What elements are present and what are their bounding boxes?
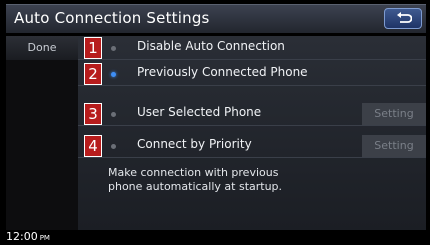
back-button[interactable] xyxy=(384,8,422,29)
radio-on-icon[interactable] xyxy=(111,72,116,77)
option-disable-auto-connection[interactable]: 1 Disable Auto Connection xyxy=(78,36,426,60)
option-label: Disable Auto Connection xyxy=(137,39,285,53)
radio-off-icon[interactable] xyxy=(111,112,116,117)
radio-off-icon[interactable] xyxy=(111,144,116,149)
clock-time: 12:00 xyxy=(6,230,38,243)
description-line-1: Make connection with previous xyxy=(108,166,279,179)
radio-off-icon[interactable] xyxy=(111,46,116,51)
option-label: Connect by Priority xyxy=(137,137,252,151)
option-description: Make connection with previous phone auto… xyxy=(108,166,408,194)
back-arrow-icon xyxy=(397,12,412,23)
left-panel: Done xyxy=(6,36,78,230)
option-number-badge: 3 xyxy=(84,103,102,125)
option-user-selected-phone[interactable]: 3 User Selected Phone Setting xyxy=(78,102,426,126)
option-label: User Selected Phone xyxy=(137,105,262,119)
option-number-badge: 1 xyxy=(84,37,102,59)
option-number-badge: 4 xyxy=(84,135,102,157)
user-selected-setting-button[interactable]: Setting xyxy=(362,103,426,125)
done-button[interactable]: Done xyxy=(6,36,78,60)
option-label: Previously Connected Phone xyxy=(137,65,308,79)
option-previously-connected-phone[interactable]: 2 Previously Connected Phone xyxy=(78,62,426,86)
options-list: 1 Disable Auto Connection 2 Previously C… xyxy=(78,36,426,230)
priority-setting-button[interactable]: Setting xyxy=(362,135,426,157)
option-connect-by-priority[interactable]: 4 Connect by Priority Setting xyxy=(78,134,426,158)
title-bar: Auto Connection Settings xyxy=(6,4,426,33)
description-line-2: phone automatically at startup. xyxy=(108,180,283,193)
page-title: Auto Connection Settings xyxy=(14,9,210,27)
screen: Auto Connection Settings Done 1 Disable … xyxy=(0,0,430,243)
option-number-badge: 2 xyxy=(84,63,102,85)
clock-ampm: PM xyxy=(39,234,50,242)
status-bar: 12:00 PM xyxy=(6,230,426,243)
